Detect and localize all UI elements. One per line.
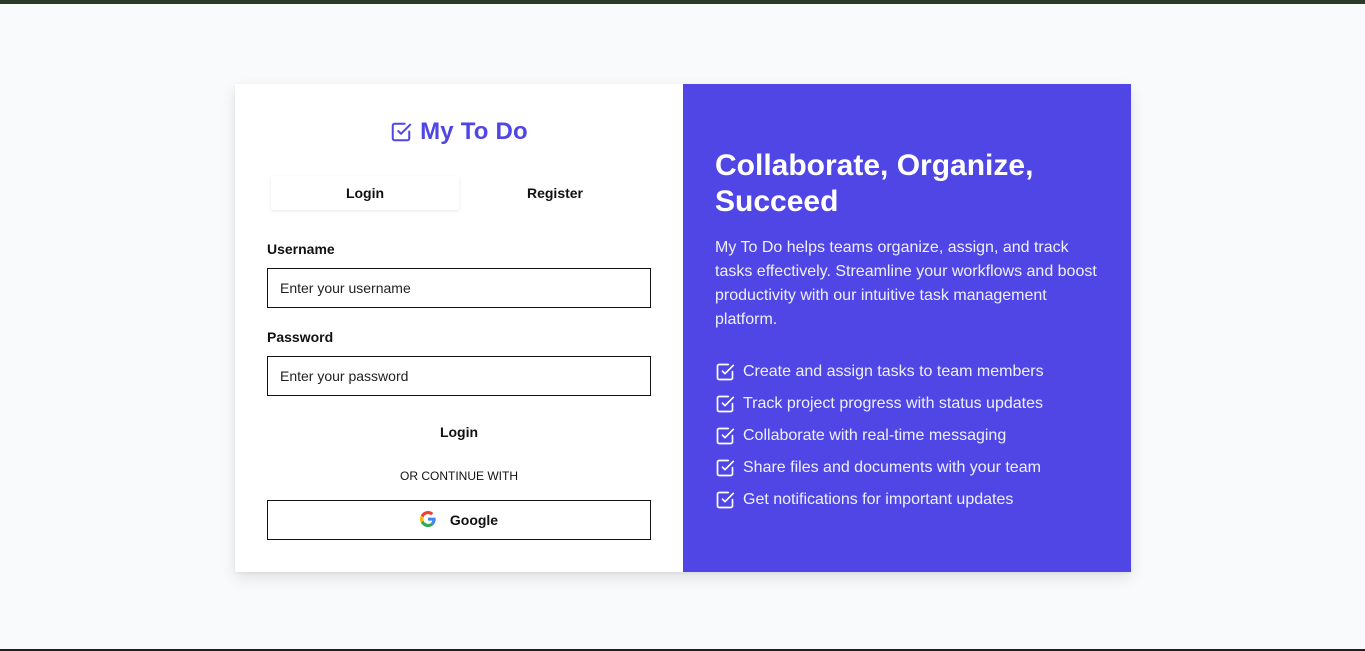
feature-text: Share files and documents with your team [743, 459, 1041, 476]
window-top-bar [0, 0, 1365, 4]
google-button-label: Google [449, 512, 499, 528]
feature-text: Get notifications for important updates [743, 491, 1014, 508]
promo-headline: Collaborate, Organize, Succeed [715, 149, 1034, 218]
divider-text: OR CONTINUE WITH [400, 469, 518, 483]
password-label: Password [267, 329, 334, 345]
promo-panel: Collaborate, Organize, Succeed My To Do … [683, 84, 1131, 572]
google-signin-button[interactable]: Google [267, 500, 651, 540]
check-square-icon [715, 394, 735, 414]
tab-register[interactable]: Register [461, 176, 649, 210]
check-square-icon [715, 490, 735, 510]
feature-list: Create and assign tasks to team members … [715, 356, 1044, 516]
feature-item: Share files and documents with your team [715, 452, 1044, 484]
auth-card: My To Do Login Register Username Passwor… [235, 84, 1131, 572]
password-input[interactable] [267, 356, 651, 396]
username-label: Username [267, 241, 335, 257]
brand-header: My To Do [235, 118, 683, 146]
username-input[interactable] [267, 268, 651, 308]
check-square-icon [715, 362, 735, 382]
login-panel: My To Do Login Register Username Passwor… [235, 84, 683, 572]
check-square-icon [715, 426, 735, 446]
promo-description: My To Do helps teams organize, assign, a… [715, 239, 1097, 328]
auth-tabs: Login Register [269, 176, 649, 210]
feature-item: Create and assign tasks to team members [715, 356, 1044, 388]
check-square-icon [715, 458, 735, 478]
feature-item: Track project progress with status updat… [715, 388, 1044, 420]
feature-item: Collaborate with real-time messaging [715, 420, 1044, 452]
feature-text: Create and assign tasks to team members [743, 363, 1044, 380]
feature-item: Get notifications for important updates [715, 484, 1044, 516]
login-button[interactable]: Login [267, 422, 651, 442]
feature-text: Track project progress with status updat… [743, 395, 1043, 412]
app-title: My To Do [420, 118, 528, 145]
google-icon [419, 510, 436, 530]
tab-login[interactable]: Login [271, 176, 459, 210]
feature-text: Collaborate with real-time messaging [743, 427, 1007, 444]
check-square-icon [390, 121, 412, 143]
